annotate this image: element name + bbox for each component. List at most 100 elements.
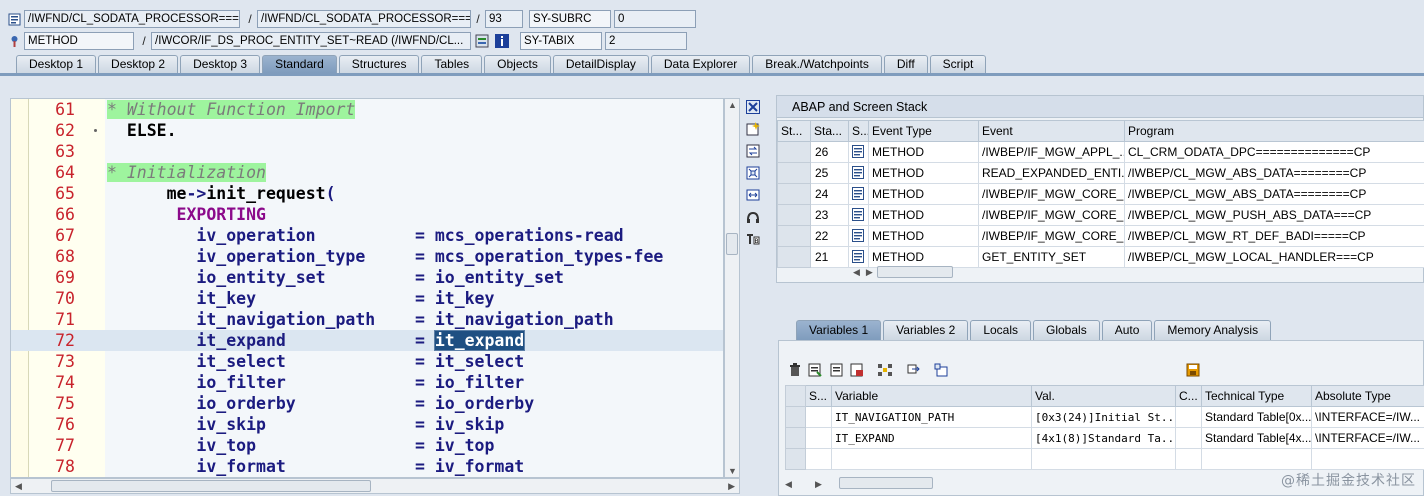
- code-line[interactable]: 75 io_orderby = io_orderby: [11, 393, 723, 414]
- scroll-down-arrow[interactable]: ▼: [728, 466, 737, 476]
- stack-column-header[interactable]: Program: [1124, 120, 1424, 142]
- code-line[interactable]: 66 EXPORTING: [11, 204, 723, 225]
- tab-memory-analysis[interactable]: Memory Analysis: [1154, 320, 1272, 340]
- empty-cell[interactable]: [1175, 448, 1202, 470]
- variables-column-header[interactable]: C...: [1175, 385, 1202, 407]
- variable-value[interactable]: [4x1(8)]Standard Ta...: [1031, 427, 1176, 449]
- delete-icon[interactable]: [787, 362, 803, 378]
- stack-row[interactable]: 25 METHOD READ_EXPANDED_ENTI.../IWBEP/CL_M…: [777, 162, 1424, 184]
- info-icon[interactable]: [495, 34, 509, 48]
- code-line[interactable]: 73 it_select = it_select: [11, 351, 723, 372]
- stack-event[interactable]: /IWBEP/IF_MGW_CORE_...: [978, 204, 1125, 226]
- code-line[interactable]: 61 * Without Function Import: [11, 99, 723, 120]
- row-selector[interactable]: [785, 427, 806, 449]
- empty-cell[interactable]: [1031, 448, 1176, 470]
- variable-value[interactable]: [0x3(24)]Initial St...: [1031, 406, 1176, 428]
- tab-break-watchpoints[interactable]: Break./Watchpoints: [752, 55, 882, 73]
- stack-row[interactable]: 22 METHOD/IWBEP/IF_MGW_CORE_.../IWBEP/CL_…: [777, 225, 1424, 247]
- code-line[interactable]: 78 iv_format = iv_format: [11, 456, 723, 477]
- code-line[interactable]: 72 it_expand = it_expand: [11, 330, 723, 351]
- new-tool-icon[interactable]: [744, 120, 762, 138]
- code-line[interactable]: 67 iv_operation = mcs_operations-read: [11, 225, 723, 246]
- variables-column-header[interactable]: Val.: [1031, 385, 1176, 407]
- scroll-right-arrow[interactable]: ▶: [815, 475, 829, 493]
- empty-cell[interactable]: [831, 448, 1032, 470]
- stack-horizontal-scrollbar[interactable]: ◀ ▶: [853, 264, 967, 280]
- variables-column-header[interactable]: Absolute Type: [1311, 385, 1424, 407]
- code-line[interactable]: 71 it_navigation_path = it_navigation_pa…: [11, 309, 723, 330]
- tab-auto[interactable]: Auto: [1101, 320, 1153, 340]
- tab-script[interactable]: Script: [929, 55, 987, 73]
- tab-variables-1[interactable]: Variables 1: [796, 320, 882, 340]
- tab-diff[interactable]: Diff: [883, 55, 928, 73]
- variable-row[interactable]: IT_EXPAND [4x1(8)]Standard Ta... Standard …: [785, 427, 1424, 449]
- export-icon[interactable]: [849, 362, 865, 378]
- code-line[interactable]: 70 it_key = it_key: [11, 288, 723, 309]
- stack-program[interactable]: /IWBEP/CL_MGW_RT_DEF_BADI=====CP: [1124, 225, 1424, 247]
- services-icon[interactable]: [744, 208, 762, 226]
- stack-column-header[interactable]: Event Type: [868, 120, 979, 142]
- program-field[interactable]: /IWFND/CL_SODATA_PROCESSOR===...: [24, 10, 240, 28]
- code-line[interactable]: 62 ELSE.: [11, 120, 723, 141]
- stack-program[interactable]: /IWBEP/CL_MGW_ABS_DATA========CP: [1124, 162, 1424, 184]
- code-line[interactable]: 63: [11, 141, 723, 162]
- stack-event[interactable]: /IWBEP/IF_MGW_CORE_...: [978, 225, 1125, 247]
- scroll-right-arrow[interactable]: ▶: [728, 481, 735, 492]
- tab-standard[interactable]: Standard: [262, 55, 337, 73]
- empty-cell[interactable]: [1311, 448, 1424, 470]
- scroll-left-arrow[interactable]: ◀: [785, 473, 799, 495]
- code-line[interactable]: 64 * Initialization: [11, 162, 723, 183]
- tab-desktop-3[interactable]: Desktop 3: [180, 55, 261, 73]
- stack-row[interactable]: 26 METHOD/IWBEP/IF_MGW_APPL_... CL_CRM_ODA…: [777, 141, 1424, 163]
- code-vertical-scrollbar[interactable]: ▲ ▼: [724, 98, 740, 478]
- tab-desktop-1[interactable]: Desktop 1: [16, 55, 97, 73]
- scroll-thumb[interactable]: [51, 480, 371, 492]
- stack-program[interactable]: /IWBEP/CL_MGW_PUSH_ABS_DATA===CP: [1124, 204, 1424, 226]
- tab-desktop-2[interactable]: Desktop 2: [98, 55, 179, 73]
- variables-column-header[interactable]: Variable: [831, 385, 1032, 407]
- load-variables-icon[interactable]: [829, 362, 845, 378]
- stack-column-header[interactable]: Event: [978, 120, 1125, 142]
- scroll-thumb[interactable]: [876, 266, 953, 278]
- variables-column-header[interactable]: S...: [805, 385, 832, 407]
- table-view-icon[interactable]: [933, 362, 949, 378]
- scroll-left-arrow[interactable]: ◀: [853, 267, 860, 278]
- scroll-right-arrow[interactable]: ▶: [866, 267, 873, 278]
- include-field[interactable]: /IWFND/CL_SODATA_PROCESSOR===...: [257, 10, 471, 28]
- stack-row[interactable]: 23 METHOD/IWBEP/IF_MGW_CORE_.../IWBEP/CL_…: [777, 204, 1424, 226]
- tool-settings-icon[interactable]: B: [744, 230, 762, 248]
- stack-row[interactable]: 24 METHOD/IWBEP/IF_MGW_CORE_.../IWBEP/CL_…: [777, 183, 1424, 205]
- code-horizontal-scrollbar[interactable]: ◀ ▶: [10, 478, 740, 494]
- replace-tool-icon[interactable]: [744, 142, 762, 160]
- code-line[interactable]: 68 iv_operation_type = mcs_operation_typ…: [11, 246, 723, 267]
- variable-name[interactable]: IT_EXPAND: [831, 427, 1032, 449]
- variable-name[interactable]: IT_NAVIGATION_PATH: [831, 406, 1032, 428]
- tab-locals[interactable]: Locals: [970, 320, 1031, 340]
- variables-column-header[interactable]: Technical Type: [1201, 385, 1312, 407]
- method-field[interactable]: /IWCOR/IF_DS_PROC_ENTITY_SET~READ (/IWFN…: [151, 32, 471, 50]
- empty-cell[interactable]: [805, 448, 832, 470]
- code-line[interactable]: 69 io_entity_set = io_entity_set: [11, 267, 723, 288]
- stack-event[interactable]: /IWBEP/IF_MGW_APPL_...: [978, 141, 1125, 163]
- save-variables-icon[interactable]: [807, 362, 823, 378]
- stack-column-header[interactable]: St...: [777, 120, 811, 142]
- source-code-view[interactable]: 61 * Without Function Import 62 ELSE. 63 64 *…: [10, 98, 724, 478]
- code-line[interactable]: 77 iv_top = iv_top: [11, 435, 723, 456]
- tab-objects[interactable]: Objects: [484, 55, 551, 73]
- display-source-icon[interactable]: [475, 34, 489, 48]
- tab-variables-2[interactable]: Variables 2: [883, 320, 969, 340]
- stack-program[interactable]: CL_CRM_ODATA_DPC==============CP: [1124, 141, 1424, 163]
- scroll-up-arrow[interactable]: ▲: [728, 100, 737, 110]
- scroll-thumb[interactable]: [726, 233, 738, 255]
- variable-row[interactable]: IT_NAVIGATION_PATH [0x3(24)]Initial St...…: [785, 406, 1424, 428]
- scroll-thumb[interactable]: [839, 477, 933, 489]
- save-icon[interactable]: [1185, 362, 1201, 378]
- code-line[interactable]: 76 iv_skip = iv_skip: [11, 414, 723, 435]
- code-line[interactable]: 74 io_filter = io_filter: [11, 372, 723, 393]
- empty-cell[interactable]: [1201, 448, 1312, 470]
- close-icon[interactable]: [744, 98, 762, 116]
- stack-event[interactable]: /IWBEP/IF_MGW_CORE_...: [978, 183, 1125, 205]
- tab-globals[interactable]: Globals: [1033, 320, 1100, 340]
- stack-program[interactable]: /IWBEP/CL_MGW_LOCAL_HANDLER===CP: [1124, 246, 1424, 268]
- row-selector[interactable]: [785, 406, 806, 428]
